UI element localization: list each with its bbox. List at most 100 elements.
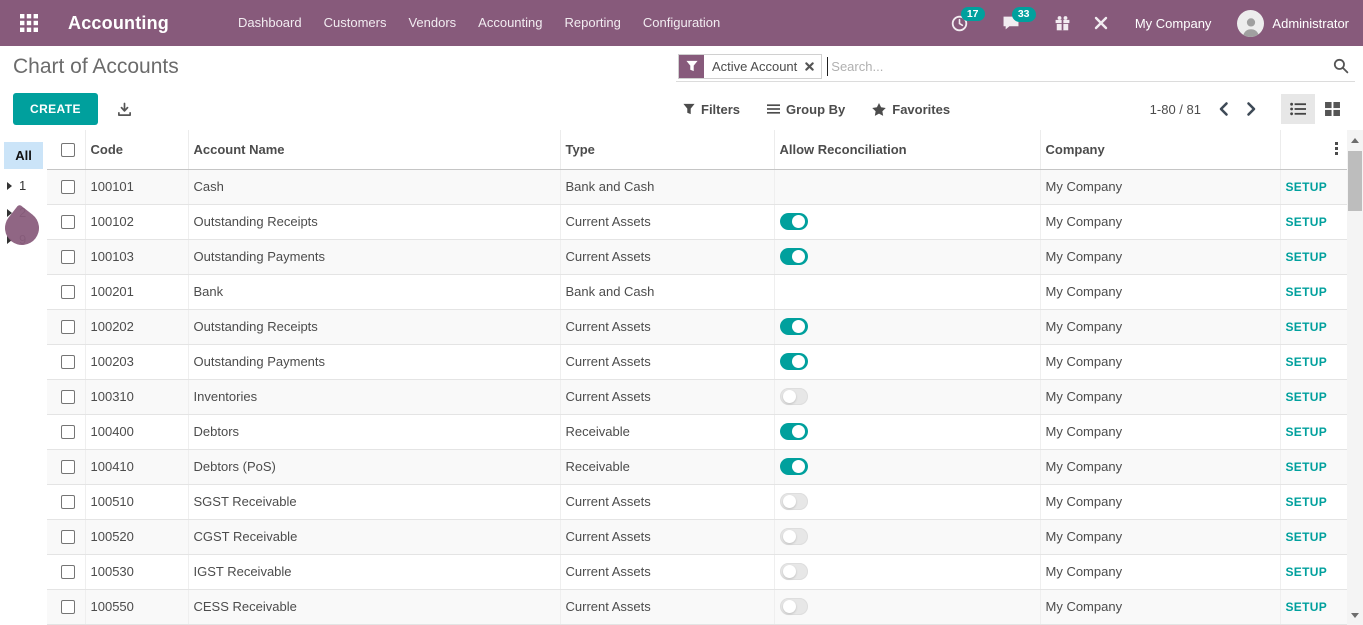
export-download-icon[interactable]	[117, 102, 132, 117]
group-by-button[interactable]: Group By	[767, 102, 845, 117]
toggle-knob	[792, 250, 805, 263]
account-row[interactable]: 100103 Outstanding Payments Current Asse…	[47, 239, 1347, 274]
sidebar-group-item[interactable]: All	[4, 142, 43, 169]
reconciliation-toggle[interactable]	[780, 423, 808, 440]
scroll-up-icon[interactable]	[1347, 132, 1363, 148]
cell-account-name: Inventories	[188, 379, 560, 414]
row-checkbox[interactable]	[61, 285, 75, 299]
setup-button[interactable]: SETUP	[1286, 460, 1328, 474]
setup-button[interactable]: SETUP	[1286, 285, 1328, 299]
search-bar[interactable]: Active Account	[676, 51, 1355, 82]
row-checkbox[interactable]	[61, 320, 75, 334]
vertical-scrollbar[interactable]	[1347, 130, 1363, 625]
reconciliation-toggle[interactable]	[780, 353, 808, 370]
reconciliation-toggle[interactable]	[780, 528, 808, 545]
reconciliation-toggle[interactable]	[780, 318, 808, 335]
row-checkbox[interactable]	[61, 565, 75, 579]
user-menu[interactable]: Administrator	[1237, 10, 1349, 37]
cell-allow-reconciliation	[774, 239, 1040, 274]
account-row[interactable]: 100510 SGST Receivable Current Assets My…	[47, 484, 1347, 519]
setup-button[interactable]: SETUP	[1286, 600, 1328, 614]
setup-button[interactable]: SETUP	[1286, 425, 1328, 439]
cell-type: Current Assets	[560, 589, 774, 624]
row-checkbox[interactable]	[61, 600, 75, 614]
cell-type: Bank and Cash	[560, 274, 774, 309]
account-row[interactable]: 100101 Cash Bank and Cash My Company SET…	[47, 169, 1347, 204]
search-icon[interactable]	[1333, 58, 1349, 74]
nav-menu-item[interactable]: Configuration	[632, 0, 731, 46]
account-row[interactable]: 100530 IGST Receivable Current Assets My…	[47, 554, 1347, 589]
row-checkbox[interactable]	[61, 215, 75, 229]
header-company[interactable]: Company	[1040, 130, 1280, 169]
row-checkbox[interactable]	[61, 180, 75, 194]
header-account-name[interactable]: Account Name	[188, 130, 560, 169]
create-button[interactable]: CREATE	[13, 93, 98, 125]
setup-button[interactable]: SETUP	[1286, 565, 1328, 579]
account-row[interactable]: 100201 Bank Bank and Cash My Company SET…	[47, 274, 1347, 309]
favorites-button[interactable]: Favorites	[872, 102, 950, 117]
nav-menu-item[interactable]: Customers	[313, 0, 398, 46]
tools-icon[interactable]	[1093, 15, 1109, 31]
filters-button[interactable]: Filters	[683, 102, 740, 117]
list-view-icon[interactable]	[1281, 94, 1315, 124]
sidebar-group-item[interactable]: 1	[0, 172, 47, 199]
setup-button[interactable]: SETUP	[1286, 215, 1328, 229]
nav-menu-item[interactable]: Dashboard	[227, 0, 313, 46]
accounts-table: Code Account Name Type Allow Reconciliat…	[47, 130, 1347, 625]
setup-button[interactable]: SETUP	[1286, 530, 1328, 544]
select-all-checkbox[interactable]	[61, 143, 75, 157]
reconciliation-toggle[interactable]	[780, 248, 808, 265]
reconciliation-toggle[interactable]	[780, 493, 808, 510]
setup-button[interactable]: SETUP	[1286, 250, 1328, 264]
cell-code: 100550	[85, 589, 188, 624]
setup-button[interactable]: SETUP	[1286, 180, 1328, 194]
optional-columns-icon[interactable]	[1335, 142, 1338, 157]
row-checkbox[interactable]	[61, 250, 75, 264]
gift-icon[interactable]	[1054, 15, 1071, 32]
account-row[interactable]: 100102 Outstanding Receipts Current Asse…	[47, 204, 1347, 239]
messages-icon[interactable]: 33	[1002, 15, 1020, 31]
setup-button[interactable]: SETUP	[1286, 390, 1328, 404]
reconciliation-toggle[interactable]	[780, 563, 808, 580]
row-checkbox[interactable]	[61, 355, 75, 369]
account-row[interactable]: 100400 Debtors Receivable My Company SET…	[47, 414, 1347, 449]
kanban-view-icon[interactable]	[1315, 94, 1349, 124]
row-checkbox[interactable]	[61, 495, 75, 509]
setup-button[interactable]: SETUP	[1286, 355, 1328, 369]
header-code[interactable]: Code	[85, 130, 188, 169]
pager-next-icon[interactable]	[1246, 101, 1257, 117]
table-header-row: Code Account Name Type Allow Reconciliat…	[47, 130, 1347, 169]
account-row[interactable]: 100550 CESS Receivable Current Assets My…	[47, 589, 1347, 624]
nav-menu-item[interactable]: Reporting	[554, 0, 632, 46]
header-allow-reconciliation[interactable]: Allow Reconciliation	[774, 130, 1040, 169]
reconciliation-toggle[interactable]	[780, 458, 808, 475]
header-type[interactable]: Type	[560, 130, 774, 169]
row-checkbox[interactable]	[61, 390, 75, 404]
reconciliation-toggle[interactable]	[780, 213, 808, 230]
row-checkbox[interactable]	[61, 425, 75, 439]
cell-type: Current Assets	[560, 309, 774, 344]
facet-remove-icon[interactable]	[805, 55, 821, 78]
nav-menu-item[interactable]: Vendors	[397, 0, 467, 46]
account-row[interactable]: 100410 Debtors (PoS) Receivable My Compa…	[47, 449, 1347, 484]
scroll-down-icon[interactable]	[1347, 607, 1363, 623]
company-switcher[interactable]: My Company	[1135, 16, 1212, 31]
account-row[interactable]: 100520 CGST Receivable Current Assets My…	[47, 519, 1347, 554]
account-row[interactable]: 100203 Outstanding Payments Current Asse…	[47, 344, 1347, 379]
activities-icon[interactable]: 17	[951, 15, 968, 32]
setup-button[interactable]: SETUP	[1286, 495, 1328, 509]
account-row[interactable]: 100310 Inventories Current Assets My Com…	[47, 379, 1347, 414]
reconciliation-toggle[interactable]	[780, 388, 808, 405]
nav-menu-item[interactable]: Accounting	[467, 0, 553, 46]
pager-previous-icon[interactable]	[1218, 101, 1229, 117]
row-checkbox[interactable]	[61, 460, 75, 474]
apps-menu-icon[interactable]	[18, 12, 40, 34]
setup-button[interactable]: SETUP	[1286, 320, 1328, 334]
row-checkbox[interactable]	[61, 530, 75, 544]
search-input[interactable]	[828, 59, 1333, 74]
account-row[interactable]: 100202 Outstanding Receipts Current Asse…	[47, 309, 1347, 344]
app-title[interactable]: Accounting	[68, 13, 169, 34]
reconciliation-toggle[interactable]	[780, 598, 808, 615]
scrollbar-thumb[interactable]	[1348, 151, 1362, 211]
cell-type: Current Assets	[560, 239, 774, 274]
